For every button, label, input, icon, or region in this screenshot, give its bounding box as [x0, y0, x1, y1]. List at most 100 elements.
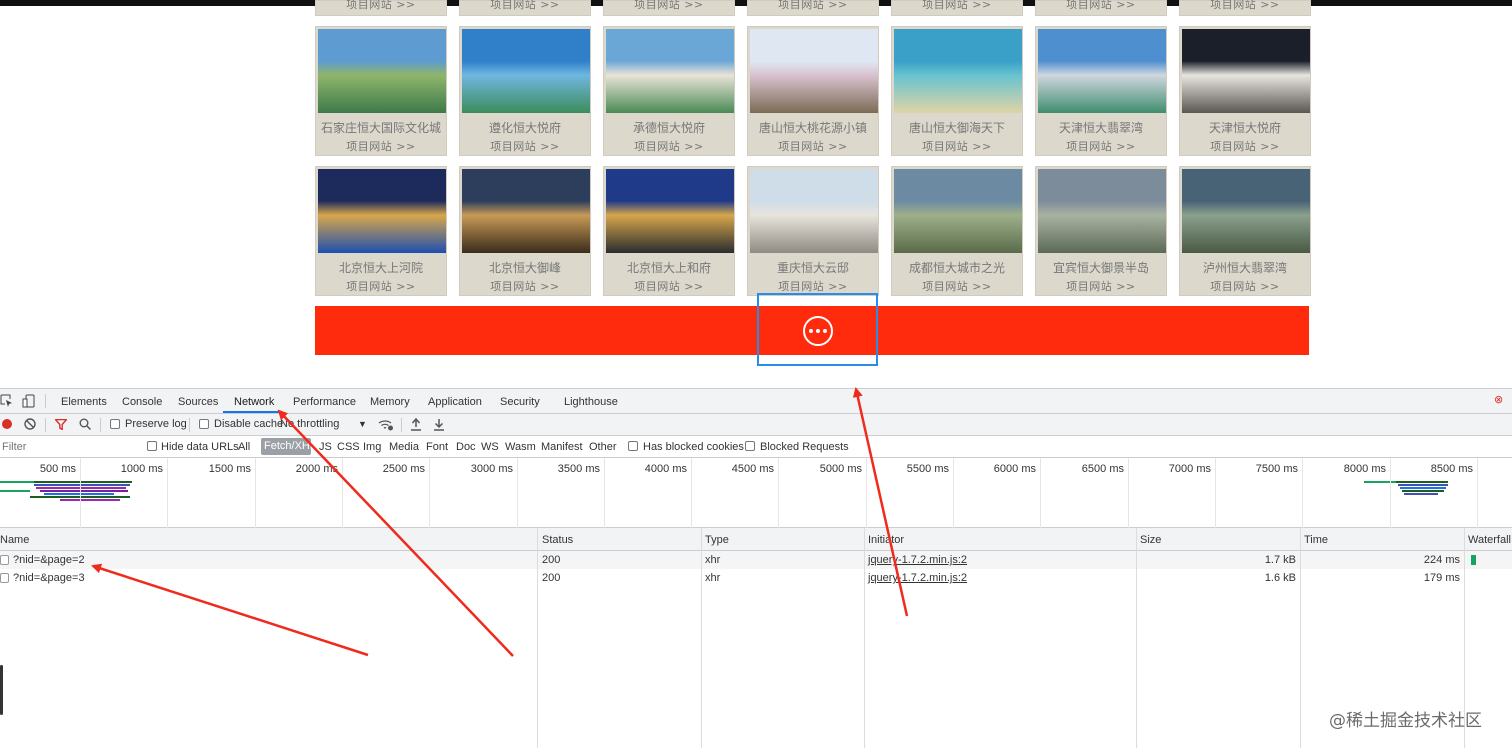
project-site-link[interactable]: 项目网站 >> [316, 278, 446, 294]
request-name[interactable]: ?nid=&page=3 [13, 572, 85, 584]
project-name[interactable]: 北京恒大上河院 [316, 259, 446, 276]
project-thumbnail[interactable] [606, 29, 734, 113]
project-name[interactable]: 遵化恒大悦府 [460, 119, 590, 136]
project-thumbnail[interactable] [1182, 29, 1310, 113]
column-time[interactable]: Time [1304, 534, 1328, 546]
project-name[interactable]: 承德恒大悦府 [604, 119, 734, 136]
clear-icon[interactable] [24, 418, 36, 430]
project-card[interactable]: 项目网站 >> [891, 0, 1023, 16]
project-thumbnail[interactable] [894, 29, 1022, 113]
project-card[interactable]: 项目网站 >> [459, 0, 591, 16]
disable-cache-checkbox[interactable] [199, 419, 209, 429]
project-thumbnail[interactable] [1038, 29, 1166, 113]
project-thumbnail[interactable] [318, 169, 446, 253]
project-site-link[interactable]: 项目网站 >> [460, 278, 590, 294]
column-waterfall[interactable]: Waterfall [1468, 534, 1511, 546]
project-card[interactable]: 天津恒大悦府 项目网站 >> [1179, 26, 1311, 156]
filter-type-all[interactable]: All [238, 441, 250, 453]
project-thumbnail[interactable] [1038, 169, 1166, 253]
project-card[interactable]: 承德恒大悦府 项目网站 >> [603, 26, 735, 156]
project-name[interactable]: 成都恒大城市之光 [892, 259, 1022, 276]
project-site-link[interactable]: 项目网站 >> [604, 138, 734, 154]
tab-application[interactable]: Application [428, 396, 482, 408]
tab-security[interactable]: Security [500, 396, 540, 408]
project-thumbnail[interactable] [462, 169, 590, 253]
tab-lighthouse[interactable]: Lighthouse [564, 396, 618, 408]
project-site-link[interactable]: 项目网站 >> [892, 0, 1022, 12]
project-name[interactable]: 天津恒大悦府 [1180, 119, 1310, 136]
project-card[interactable]: 天津恒大翡翠湾 项目网站 >> [1035, 26, 1167, 156]
project-card[interactable]: 石家庄恒大国际文化城 项目网站 >> [315, 26, 447, 156]
request-name[interactable]: ?nid=&page=2 [13, 554, 85, 566]
project-thumbnail[interactable] [318, 29, 446, 113]
project-name[interactable]: 天津恒大翡翠湾 [1036, 119, 1166, 136]
record-icon[interactable] [2, 419, 12, 429]
filter-input[interactable] [0, 439, 136, 455]
filter-type-img[interactable]: Img [363, 441, 381, 453]
filter-icon[interactable] [55, 419, 67, 430]
filter-type-media[interactable]: Media [389, 441, 419, 453]
project-thumbnail[interactable] [606, 169, 734, 253]
column-type[interactable]: Type [705, 534, 729, 546]
filter-type-wasm[interactable]: Wasm [505, 441, 536, 453]
project-card[interactable]: 重庆恒大云邸 项目网站 >> [747, 166, 879, 296]
column-divider[interactable] [864, 528, 865, 748]
project-site-link[interactable]: 项目网站 >> [1180, 138, 1310, 154]
filter-type-other[interactable]: Other [589, 441, 617, 453]
project-site-link[interactable]: 项目网站 >> [1180, 278, 1310, 294]
project-card[interactable]: 宜宾恒大御景半岛 项目网站 >> [1035, 166, 1167, 296]
has-blocked-cookies-checkbox[interactable] [628, 441, 638, 451]
project-thumbnail[interactable] [894, 169, 1022, 253]
chevron-down-icon[interactable]: ▼ [358, 419, 367, 429]
project-name[interactable]: 重庆恒大云邸 [748, 259, 878, 276]
project-name[interactable]: 石家庄恒大国际文化城 [316, 119, 446, 136]
project-site-link[interactable]: 项目网站 >> [316, 0, 446, 12]
project-site-link[interactable]: 项目网站 >> [316, 138, 446, 154]
error-count-icon[interactable]: ⊗ [1494, 393, 1510, 409]
project-card[interactable]: 唐山恒大御海天下 项目网站 >> [891, 26, 1023, 156]
project-name[interactable]: 唐山恒大桃花源小镇 [748, 119, 878, 136]
tab-elements[interactable]: Elements [61, 396, 107, 408]
project-site-link[interactable]: 项目网站 >> [604, 0, 734, 12]
column-divider[interactable] [1136, 528, 1137, 748]
project-card[interactable]: 项目网站 >> [747, 0, 879, 16]
filter-type-fetch-xhr[interactable]: Fetch/XHR [261, 438, 311, 455]
export-har-icon[interactable] [433, 418, 445, 431]
project-thumbnail[interactable] [462, 29, 590, 113]
project-card[interactable]: 北京恒大上和府 项目网站 >> [603, 166, 735, 296]
project-card[interactable]: 成都恒大城市之光 项目网站 >> [891, 166, 1023, 296]
network-conditions-icon[interactable] [378, 419, 394, 431]
project-site-link[interactable]: 项目网站 >> [460, 0, 590, 12]
side-tab-handle[interactable] [0, 665, 3, 715]
column-status[interactable]: Status [542, 534, 573, 546]
tab-performance[interactable]: Performance [293, 396, 356, 408]
column-size[interactable]: Size [1140, 534, 1161, 546]
column-name[interactable]: Name [0, 534, 29, 546]
hide-data-urls-checkbox[interactable] [147, 441, 157, 451]
column-initiator[interactable]: Initiator [868, 534, 904, 546]
filter-type-doc[interactable]: Doc [456, 441, 476, 453]
project-site-link[interactable]: 项目网站 >> [748, 278, 878, 294]
tab-memory[interactable]: Memory [370, 396, 410, 408]
project-card[interactable]: 遵化恒大悦府 项目网站 >> [459, 26, 591, 156]
project-card[interactable]: 北京恒大上河院 项目网站 >> [315, 166, 447, 296]
request-initiator-link[interactable]: jquery-1.7.2.min.js:2 [868, 554, 967, 566]
filter-type-manifest[interactable]: Manifest [541, 441, 583, 453]
project-site-link[interactable]: 项目网站 >> [1036, 138, 1166, 154]
project-site-link[interactable]: 项目网站 >> [748, 0, 878, 12]
import-har-icon[interactable] [410, 418, 422, 431]
tab-console[interactable]: Console [122, 396, 162, 408]
project-name[interactable]: 泸州恒大翡翠湾 [1180, 259, 1310, 276]
tab-network[interactable]: Network [234, 396, 274, 408]
device-toolbar-icon[interactable] [22, 394, 36, 408]
project-card[interactable]: 泸州恒大翡翠湾 项目网站 >> [1179, 166, 1311, 296]
project-site-link[interactable]: 项目网站 >> [1036, 0, 1166, 12]
preserve-log-checkbox[interactable] [110, 419, 120, 429]
project-name[interactable]: 宜宾恒大御景半岛 [1036, 259, 1166, 276]
project-card[interactable]: 项目网站 >> [603, 0, 735, 16]
project-site-link[interactable]: 项目网站 >> [892, 138, 1022, 154]
column-divider[interactable] [537, 528, 538, 748]
table-row[interactable]: ?nid=&page=3 200 xhr jquery-1.7.2.min.js… [0, 569, 1512, 587]
filter-type-js[interactable]: JS [319, 441, 332, 453]
filter-type-ws[interactable]: WS [481, 441, 499, 453]
